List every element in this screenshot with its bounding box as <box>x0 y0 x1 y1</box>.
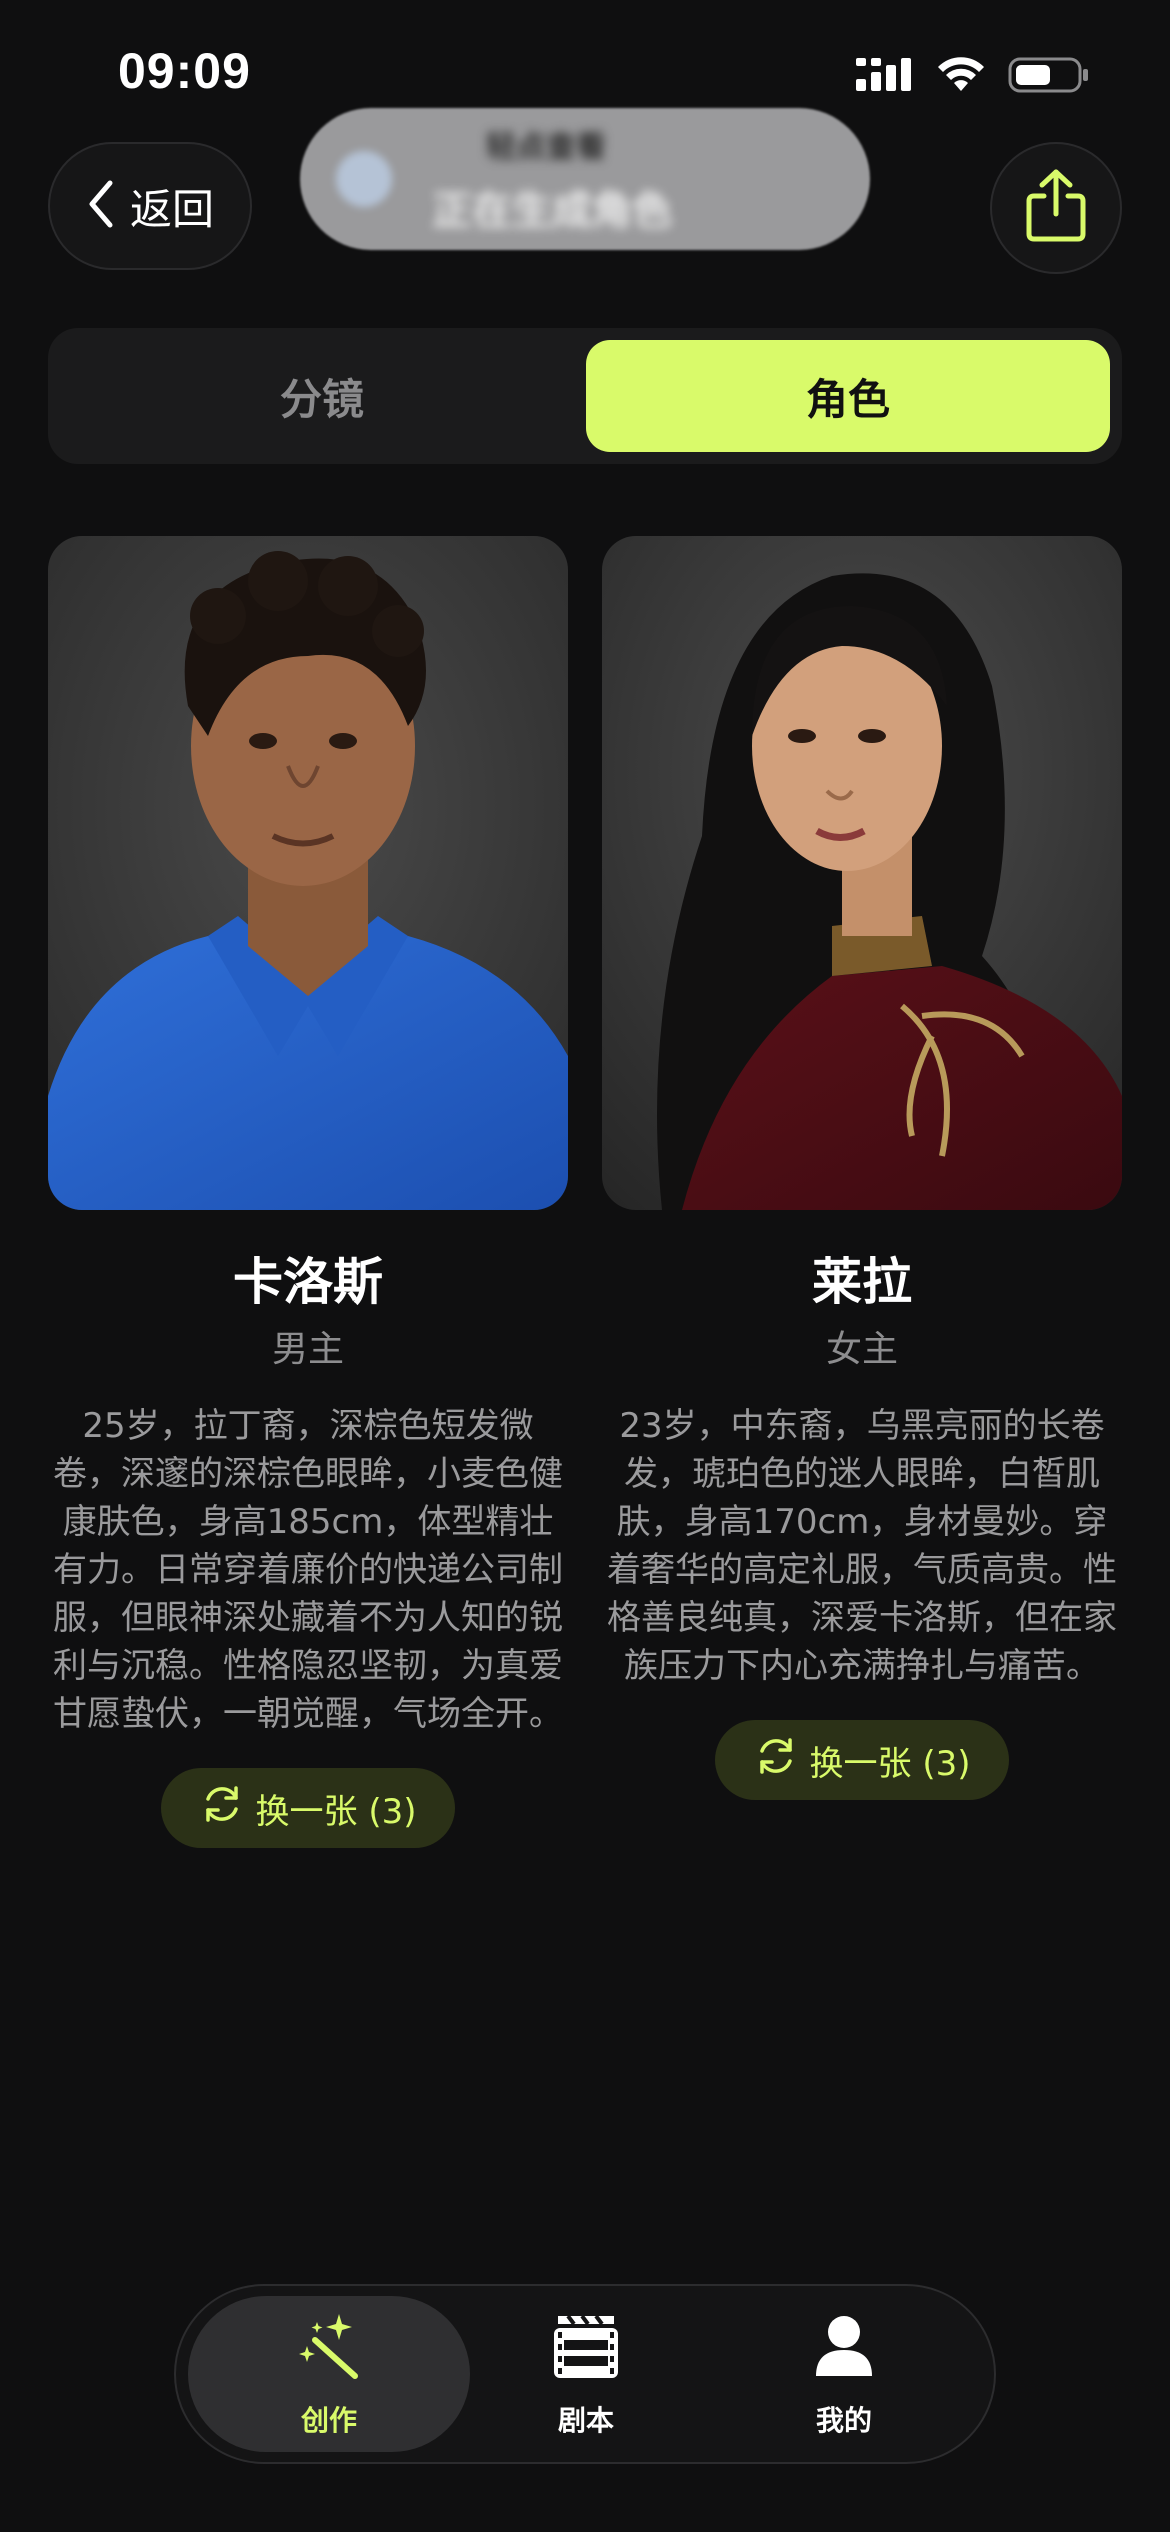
tab-create[interactable]: 创作 <box>188 2296 470 2452</box>
toast-title: 轻点查看 <box>486 130 606 165</box>
back-button[interactable]: 返回 <box>48 142 252 270</box>
swap-image-label: 换一张 (3) <box>255 1791 417 1832</box>
back-label: 返回 <box>129 184 214 234</box>
character-description: 23岁，中东裔，乌黑亮丽的长卷发，琥珀色的迷人眼眸，白皙肌肤，身高170cm，身… <box>607 1406 1117 1686</box>
tab-script[interactable]: 剧本 <box>476 2296 696 2452</box>
tab-profile[interactable]: 我的 <box>734 2296 954 2452</box>
character-portrait[interactable] <box>48 536 568 1210</box>
swap-image-button[interactable]: 换一张 (3) <box>161 1768 455 1848</box>
toast-subtitle: 正在生成角色 <box>432 188 672 234</box>
tab-storyboard[interactable]: 分镜 <box>60 340 584 452</box>
magic-wand-icon <box>293 2310 365 2389</box>
tab-create-label: 创作 <box>300 2403 357 2437</box>
character-description: 25岁，拉丁裔，深棕色短发微卷，深邃的深棕色眼眸，小麦色健康肤色，身高185cm… <box>53 1406 563 1734</box>
status-time: 09:09 <box>118 43 251 99</box>
character-role: 女主 <box>825 1329 898 1370</box>
tab-profile-label: 我的 <box>815 2403 872 2437</box>
wifi-icon <box>936 57 986 97</box>
film-icon <box>550 2310 622 2389</box>
share-icon <box>1024 168 1088 248</box>
character-card: 莱拉 女主 23岁，中东裔，乌黑亮丽的长卷发，琥珀色的迷人眼眸，白皙肌肤，身高1… <box>602 536 1122 1800</box>
character-name: 莱拉 <box>812 1253 912 1311</box>
refresh-icon <box>754 1734 798 1787</box>
user-icon <box>808 2310 880 2389</box>
swap-image-button[interactable]: 换一张 (3) <box>715 1720 1009 1800</box>
tab-characters[interactable]: 角色 <box>586 340 1110 452</box>
character-name: 卡洛斯 <box>233 1253 383 1311</box>
battery-icon <box>1008 56 1090 98</box>
toast-text: 轻点查看 正在生成角色 <box>432 122 672 236</box>
cellular-signal-icon <box>856 57 914 97</box>
segmented-control: 分镜 角色 <box>48 328 1122 464</box>
refresh-icon <box>200 1782 244 1835</box>
bottom-tab-bar: 创作 剧本 我的 <box>174 2284 996 2464</box>
tab-script-label: 剧本 <box>557 2403 614 2437</box>
character-card: 卡洛斯 男主 25岁，拉丁裔，深棕色短发微卷，深邃的深棕色眼眸，小麦色健康肤色，… <box>48 536 568 1848</box>
status-icons <box>856 56 1090 98</box>
share-button[interactable] <box>990 142 1122 274</box>
chevron-left-icon <box>86 179 116 233</box>
character-role: 男主 <box>271 1329 344 1370</box>
generation-toast[interactable]: 轻点查看 正在生成角色 <box>300 108 870 250</box>
character-portrait[interactable] <box>602 536 1122 1210</box>
swap-image-label: 换一张 (3) <box>809 1743 971 1784</box>
toast-icon <box>336 151 392 207</box>
